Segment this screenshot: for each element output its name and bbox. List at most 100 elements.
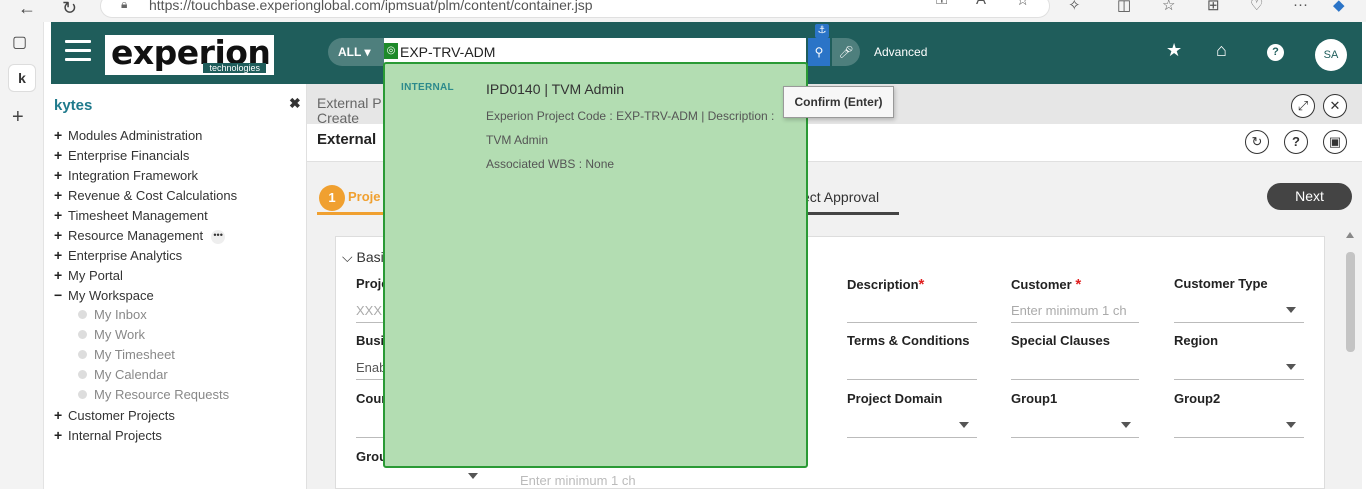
sidebar-item-enterprise-financials[interactable]: + Enterprise Financials <box>54 145 304 165</box>
hamburger-menu-icon[interactable] <box>65 40 91 62</box>
close-sidebar-icon[interactable]: ✖ <box>289 95 301 112</box>
group2-label: Group2 <box>1174 391 1221 406</box>
scroll-up-icon[interactable] <box>1346 232 1354 238</box>
chevron-down-icon <box>1286 422 1296 428</box>
sidebar-subitem-my-resource-requests[interactable]: My Resource Requests <box>54 385 304 405</box>
page-scrollbar[interactable] <box>1342 230 1359 489</box>
terms-label: Terms & Conditions <box>847 333 970 348</box>
business-label: Busi <box>356 333 385 348</box>
sidebar-subitem-my-timesheet[interactable]: My Timesheet <box>54 345 304 365</box>
customer-type-dropdown[interactable] <box>1174 299 1304 323</box>
customer-type-label: Customer Type <box>1174 276 1268 291</box>
more-options-icon[interactable]: ··· <box>1293 0 1308 13</box>
sidebar-title: kytes <box>54 97 93 114</box>
suggestion-line-3[interactable]: Associated WBS : None <box>486 157 614 171</box>
step-1-badge[interactable]: 1 <box>319 185 345 211</box>
browser-toolbar: ← ↻ 🔒︎ https://touchbase.experionglobal.… <box>0 0 1366 22</box>
step-1-label[interactable]: Proje <box>348 189 381 204</box>
suggestion-tag: INTERNAL <box>401 82 454 93</box>
next-button[interactable]: Next <box>1267 183 1352 210</box>
customer-label: Customer * <box>1011 276 1082 293</box>
sidebar-subitem-my-calendar[interactable]: My Calendar <box>54 365 304 385</box>
section-basic-header[interactable]: ⌵ Basi <box>342 249 384 266</box>
chevron-down-icon <box>1286 307 1296 313</box>
region-dropdown[interactable] <box>1174 356 1304 380</box>
group1-dropdown[interactable] <box>1011 414 1139 438</box>
key-icon[interactable]: ⚿ <box>936 0 947 8</box>
description-input[interactable] <box>847 299 977 323</box>
user-avatar[interactable]: SA <box>1315 39 1347 71</box>
customer-input[interactable]: Enter minimum 1 ch <box>1011 299 1139 323</box>
search-scope-dropdown[interactable]: ALL ▾ <box>328 38 384 66</box>
chevron-down-icon <box>959 422 969 428</box>
address-bar[interactable]: 🔒︎ https://touchbase.experionglobal.com/… <box>100 0 1050 18</box>
read-aloud-icon[interactable]: A <box>976 0 986 8</box>
refresh-circle-icon[interactable]: ↻ <box>1245 130 1269 154</box>
star-icon[interactable]: ★ <box>1166 40 1182 61</box>
chevron-down-icon <box>1286 364 1296 370</box>
sidebar-item-integration-framework[interactable]: + Integration Framework <box>54 165 304 185</box>
url-text: https://touchbase.experionglobal.com/ipm… <box>149 0 593 13</box>
save-icon[interactable]: ▣ <box>1323 130 1347 154</box>
more-dots-icon[interactable]: ••• <box>211 229 226 244</box>
project-domain-dropdown[interactable] <box>847 414 977 438</box>
lock-icon: 🔒︎ <box>121 0 128 11</box>
bottom-search-input[interactable]: Enter minimum 1 ch <box>520 469 650 489</box>
confirm-tooltip: Confirm (Enter) <box>783 86 894 118</box>
suggestion-line-2[interactable]: TVM Admin <box>486 133 548 147</box>
browser-sidebar: ▢ k + <box>0 22 44 489</box>
help-circle-icon[interactable]: ? <box>1284 130 1308 154</box>
chevron-down-icon <box>1121 422 1131 428</box>
kytes-tab-icon[interactable]: k <box>8 64 36 92</box>
project-domain-label: Project Domain <box>847 391 943 406</box>
browser-essentials-icon[interactable]: ♡ <box>1250 0 1263 14</box>
step-approval-label[interactable]: ect Approval <box>802 189 879 205</box>
region-label: Region <box>1174 333 1219 348</box>
description-label: Description* <box>847 276 925 293</box>
split-screen-icon[interactable]: ◫ <box>1117 0 1131 14</box>
sidebar-subitem-my-work[interactable]: My Work <box>54 325 304 345</box>
close-icon[interactable]: ✕ <box>1323 94 1347 118</box>
chevron-down-icon <box>468 473 478 479</box>
sidebar-item-customer-projects[interactable]: + Customer Projects <box>54 405 304 425</box>
copilot-icon[interactable]: ◆ <box>1333 0 1345 14</box>
page-title: External <box>317 131 377 148</box>
sidebar-item-resource-management[interactable]: + Resource Management ••• <box>54 225 304 245</box>
special-clauses-input[interactable] <box>1011 356 1139 380</box>
sidebar-item-my-workspace[interactable]: − My Workspace <box>54 285 304 305</box>
back-icon[interactable]: ← <box>18 0 36 19</box>
expand-icon[interactable]: ⤢ <box>1291 94 1315 118</box>
search-suggestion-dropdown: INTERNAL IPD0140 | TVM Admin Experion Pr… <box>383 62 808 468</box>
sidebar-item-internal-projects[interactable]: + Internal Projects <box>54 425 304 445</box>
country-label: Cour <box>356 391 387 406</box>
favorites-icon[interactable]: ☆ <box>1162 0 1175 14</box>
sidebar-item-my-portal[interactable]: + My Portal <box>54 265 304 285</box>
special-clauses-label: Special Clauses <box>1011 333 1110 348</box>
terms-input[interactable] <box>847 356 977 380</box>
microphone-icon[interactable]: 🎤︎ <box>832 38 860 66</box>
sidebar-item-revenue-cost[interactable]: + Revenue & Cost Calculations <box>54 185 304 205</box>
sidebar-item-timesheet-management[interactable]: + Timesheet Management <box>54 205 304 225</box>
sidebar-subitem-my-inbox[interactable]: My Inbox <box>54 305 304 325</box>
breadcrumb: External P Create <box>317 95 382 126</box>
advanced-search-link[interactable]: Advanced <box>874 45 927 59</box>
target-icon: ◎ <box>384 43 398 59</box>
sidebar-item-enterprise-analytics[interactable]: + Enterprise Analytics <box>54 245 304 265</box>
tab-actions-icon[interactable]: ▢ <box>12 32 27 52</box>
search-icon[interactable]: ⚲ <box>808 38 830 66</box>
group1-label: Group1 <box>1011 391 1058 406</box>
collections-icon[interactable]: ⊞ <box>1207 0 1220 14</box>
sidebar-item-modules-administration[interactable]: + Modules Administration <box>54 125 304 145</box>
refresh-icon[interactable]: ↻ <box>62 0 77 19</box>
help-icon[interactable]: ? <box>1267 44 1284 61</box>
suggestion-title[interactable]: IPD0140 | TVM Admin <box>486 81 624 97</box>
extensions-icon[interactable]: ✧ <box>1068 0 1081 14</box>
sidebar: kytes ✖ + Modules Administration + Enterpr… <box>51 84 307 489</box>
add-tab-icon[interactable]: + <box>12 106 24 129</box>
home-icon[interactable]: ⌂ <box>1216 40 1227 61</box>
group2-dropdown[interactable] <box>1174 414 1304 438</box>
anchor-icon: ⚓︎ <box>815 24 829 38</box>
favorite-star-icon[interactable]: ☆ <box>1016 0 1029 9</box>
scroll-thumb[interactable] <box>1346 252 1355 352</box>
suggestion-line-1[interactable]: Experion Project Code : EXP-TRV-ADM | De… <box>486 109 774 123</box>
